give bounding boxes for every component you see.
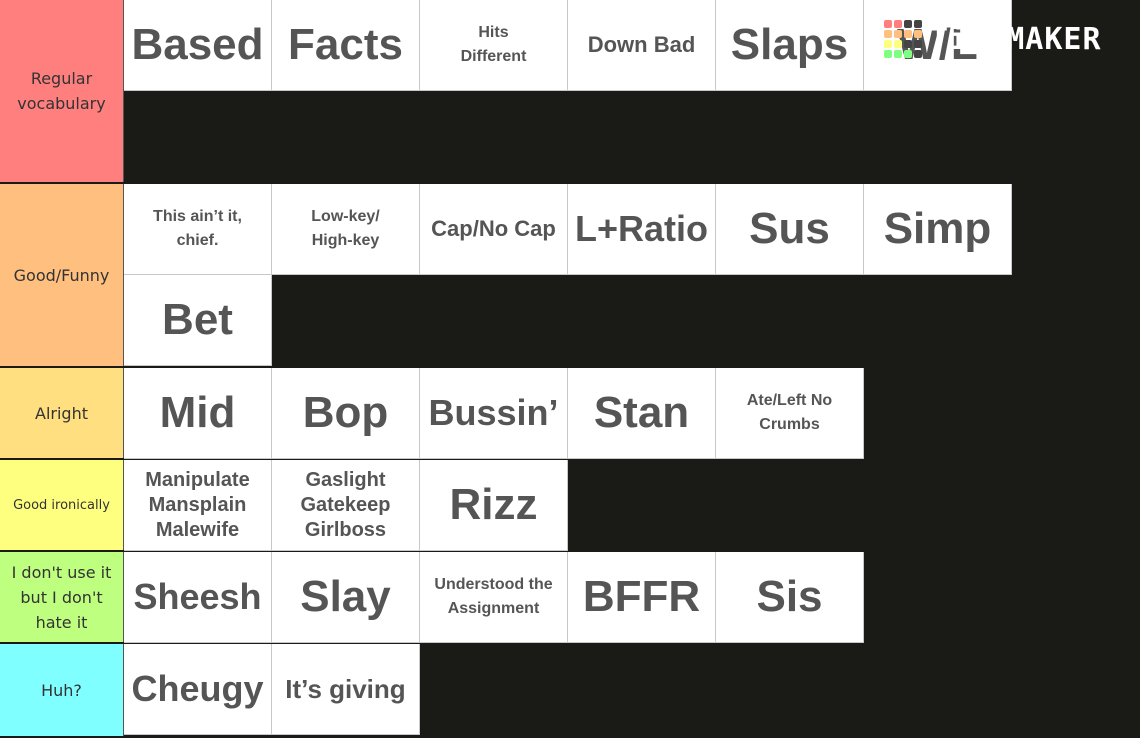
tier-items: Manipulate Mansplain Malewife Gaslight Ga… — [124, 460, 1140, 551]
tier-items: Mid Bop Bussin’ Stan Ate/Left No Crumbs — [124, 368, 1140, 459]
tier-item[interactable]: Mid — [124, 368, 272, 459]
tier-item[interactable]: Cheugy — [124, 644, 272, 735]
logo-square — [914, 40, 922, 48]
tier-item[interactable]: L+Ratio — [568, 184, 716, 275]
tier-item[interactable]: Hits Different — [420, 0, 568, 91]
logo-grid-icon — [884, 20, 922, 58]
tier-item[interactable]: It’s giving — [272, 644, 420, 735]
tier-item[interactable]: Rizz — [420, 460, 568, 551]
tier-item[interactable]: Understood the Assignment — [420, 552, 568, 643]
tier-item[interactable]: Sus — [716, 184, 864, 275]
logo-square — [894, 50, 902, 58]
tier-item[interactable]: Slay — [272, 552, 420, 643]
tier-row: Good/Funny This ain’t it, chief. Low-key/ … — [0, 184, 1140, 368]
tier-label[interactable]: Good ironically — [0, 460, 124, 550]
tier-row: Alright Mid Bop Bussin’ Stan Ate/Left No Crum… — [0, 368, 1140, 460]
logo-square — [904, 20, 912, 28]
tiermaker-logo: TiERMAKER — [884, 20, 1102, 58]
tier-item[interactable]: Gaslight Gatekeep Girlboss — [272, 460, 420, 551]
tier-label[interactable]: I don't use it but I don't hate it — [0, 552, 124, 642]
logo-square — [884, 40, 892, 48]
tier-items: This ain’t it, chief. Low-key/ High-key Ca… — [124, 184, 1140, 366]
tier-item[interactable]: This ain’t it, chief. — [124, 184, 272, 275]
tier-item[interactable]: Low-key/ High-key — [272, 184, 420, 275]
tier-item[interactable]: Bop — [272, 368, 420, 459]
tier-items: Cheugy It’s giving — [124, 644, 1140, 736]
tier-row: I don't use it but I don't hate it Sheesh… — [0, 552, 1140, 644]
logo-square — [894, 20, 902, 28]
tier-item[interactable]: Based — [124, 0, 272, 91]
tier-item[interactable]: Ate/Left No Crumbs — [716, 368, 864, 459]
tier-items: Sheesh Slay Understood the Assignment BFFR S… — [124, 552, 1140, 643]
logo-square — [914, 50, 922, 58]
tier-list: Regular vocabulary Based Facts Hits Differe… — [0, 0, 1140, 736]
tier-item[interactable]: Simp — [864, 184, 1012, 275]
logo-square — [884, 20, 892, 28]
tier-item[interactable]: BFFR — [568, 552, 716, 643]
tier-item[interactable]: Stan — [568, 368, 716, 459]
tier-item[interactable]: Slaps — [716, 0, 864, 91]
logo-square — [904, 50, 912, 58]
tier-label[interactable]: Regular vocabulary — [0, 0, 124, 182]
tier-item[interactable]: Down Bad — [568, 0, 716, 91]
tier-label[interactable]: Good/Funny — [0, 184, 124, 366]
logo-text: TiERMAKER — [930, 21, 1102, 57]
tier-list-board: Regular vocabulary Based Facts Hits Differe… — [0, 0, 1140, 738]
logo-square — [884, 30, 892, 38]
tier-row: Huh? Cheugy It’s giving — [0, 644, 1140, 736]
logo-square — [894, 30, 902, 38]
logo-square — [914, 20, 922, 28]
tier-item[interactable]: Sis — [716, 552, 864, 643]
tier-item[interactable]: Manipulate Mansplain Malewife — [124, 460, 272, 551]
logo-square — [894, 40, 902, 48]
tier-label[interactable]: Huh? — [0, 644, 124, 736]
tier-item[interactable]: Facts — [272, 0, 420, 91]
logo-square — [914, 30, 922, 38]
tier-item[interactable]: Bet — [124, 275, 272, 366]
logo-square — [904, 30, 912, 38]
tier-item[interactable]: Bussin’ — [420, 368, 568, 459]
tier-label[interactable]: Alright — [0, 368, 124, 458]
tier-item[interactable]: Cap/No Cap — [420, 184, 568, 275]
logo-square — [904, 40, 912, 48]
tier-item[interactable]: Sheesh — [124, 552, 272, 643]
tier-row: Good ironically Manipulate Mansplain Male… — [0, 460, 1140, 552]
logo-square — [884, 50, 892, 58]
